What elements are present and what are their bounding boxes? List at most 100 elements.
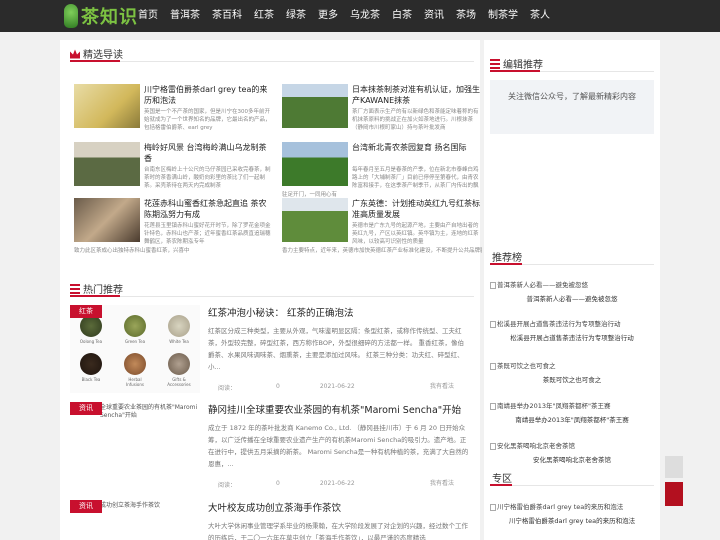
article-thumbnail[interactable] [74, 198, 140, 242]
list-icon [70, 283, 80, 294]
image-alt-text[interactable]: 南靖县举办2013年"凤翔茶都杯"茶王赛 [490, 402, 654, 411]
article-title[interactable]: 川宁格雷伯爵茶darl grey tea的来历和泡法 [144, 84, 274, 106]
article-thumbnail[interactable] [282, 142, 348, 186]
hot-article[interactable]: 成功创立茶海手作茶饮 资讯 大叶校友成功创立茶海手作茶饮 大叶大学休闲事业管理学… [70, 500, 470, 540]
editor-title: 编辑推荐 [503, 60, 543, 71]
article-title[interactable]: 台湾新北青农茶园复育 扬名国际 [352, 142, 482, 153]
list-icon [490, 58, 500, 69]
article-title[interactable]: 广东英德：计划推动英红九号红茶标准高质量发展 [352, 198, 482, 220]
article-excerpt: 台南东区梅岭上十公尺的马仔茶园已采收完春茶，制茶时的茶香满山岭，酸奶向彩里的茶比… [144, 167, 271, 189]
tea-type-label: White Tea [169, 339, 189, 344]
image-alt-text[interactable]: 安化黑茶喝响北京老舍茶馆 [490, 442, 654, 451]
nav-green-tea[interactable]: 绿茶 [280, 0, 312, 32]
reads-count: 0 [276, 480, 280, 487]
broken-image-icon [490, 321, 496, 328]
site-logo[interactable]: 茶知识 [64, 3, 138, 29]
image-alt-text[interactable]: 川宁格雷伯爵茶darl grey tea的来历和泡法 [490, 503, 654, 512]
rank-caption[interactable]: 南靖县举办2013年"凤翔茶都杯"茶王赛 [490, 414, 654, 424]
tea-leaf-icon [124, 353, 146, 375]
featured-card[interactable]: 川宁格雷伯爵茶darl grey tea的来历和泡法 英国是一个不产茶的国家，但… [74, 84, 274, 141]
hot-article[interactable]: Oolong Tea Green Tea White Tea Black Tea… [70, 305, 470, 395]
zone-item[interactable]: 川宁格雷伯爵茶darl grey tea的来历和泡法 川宁格雷伯爵茶darl g… [490, 503, 654, 525]
rank-item[interactable]: 茶既可饮之也可食之 茶既可饮之也可食之 [490, 362, 654, 384]
nav-oolong[interactable]: 乌龙茶 [344, 0, 386, 32]
wechat-follow-box: 关注微信公众号，了解最新精彩内容 [490, 80, 654, 134]
article-thumbnail[interactable] [282, 198, 348, 242]
article-title[interactable]: 花莲赤科山蜜香红茶急起直追 茶农陈期泓努力有成 [144, 198, 274, 220]
image-alt-text: 全球重要农业茶园的有机茶"Maromi Sencha"开始 [100, 404, 198, 419]
nav-tea-making[interactable]: 制茶学 [482, 0, 524, 32]
tea-type-label: Gifts & Accessories [167, 377, 191, 387]
nav-tea-farm[interactable]: 茶场 [450, 0, 482, 32]
article-excerpt: 每年春月至五月是春茶的产季，位在新北市泰峰白鸡路上的「大埔制茶厂」目前已停停至第… [352, 167, 479, 189]
tea-leaf-icon [168, 353, 190, 375]
featured-title: 精选导读 [83, 50, 123, 61]
article-excerpt: 大叶大学休闲事业管理学系毕业的杨秉翰，在大学阶段发展了对企划的兴趣，经过数个工作… [208, 522, 468, 540]
zone-heading: 专区 [492, 470, 512, 485]
rank-caption[interactable]: 普洱茶新人必看——避免被忽悠 [490, 293, 654, 303]
article-excerpt: 茶厂方面表示生产的有以新绿色和茶能定味着称的有机抹茶原料的挑战正在加火如茶地进行… [352, 109, 479, 131]
featured-card[interactable]: 日本抹茶制茶对准有机认证，加强生产KAWANE抹茶 茶厂方面表示生产的有以新绿色… [282, 84, 482, 141]
category-tag[interactable]: 资讯 [70, 500, 102, 513]
article-thumbnail[interactable] [74, 84, 140, 128]
nav-more[interactable]: 更多 [312, 0, 344, 32]
nav-home[interactable]: 首页 [132, 0, 164, 32]
rank-caption[interactable]: 安化黑茶喝响北京老舍茶馆 [490, 454, 654, 464]
comment-link[interactable]: 我有看法 [430, 478, 454, 487]
featured-card[interactable]: 台湾新北青农茶园复育 扬名国际 每年春月至五月是春茶的产季，位在新北市泰峰白鸡路… [282, 142, 482, 199]
image-alt-text[interactable]: 松溪县开展占道售茶违法行为专项整治行动 [490, 320, 654, 329]
hot-heading: 热门推荐 [70, 281, 123, 296]
category-tag[interactable]: 资讯 [70, 402, 102, 415]
comment-link[interactable]: 我有看法 [430, 381, 454, 390]
divider [70, 61, 474, 62]
publish-date: 2021-06-22 [319, 480, 355, 487]
article-excerpt: 英德市是广东九号的起源产地，主要由产自地出者的英红九号，产区以英红镇。英华镇为主… [352, 223, 479, 245]
nav-encyclopedia[interactable]: 茶百科 [206, 0, 248, 32]
image-alt-text[interactable]: 茶既可饮之也可食之 [490, 362, 654, 371]
rank-item[interactable]: 普洱茶新人必看——避免被忽悠 普洱茶新人必看——避免被忽悠 [490, 281, 654, 303]
rank-item[interactable]: 安化黑茶喝响北京老舍茶馆 安化黑茶喝响北京老舍茶馆 [490, 442, 654, 464]
tea-type-label: Oolong Tea [79, 339, 103, 344]
scroll-up-button[interactable] [665, 456, 683, 478]
hot-article[interactable]: 全球重要农业茶园的有机茶"Maromi Sencha"开始 资讯 静冈挂川全球重… [70, 402, 470, 492]
divider [490, 485, 654, 486]
article-thumbnail[interactable] [74, 142, 140, 186]
article-meta: 阅读： 0 2021-06-22 [218, 383, 355, 392]
nav-news[interactable]: 资讯 [418, 0, 450, 32]
logo-text: 茶知识 [81, 7, 138, 28]
category-tag[interactable]: 红茶 [70, 305, 102, 318]
featured-card[interactable]: 广东英德：计划推动英红九号红茶标准高质量发展 英德市是广东九号的起源产地，主要由… [282, 198, 482, 255]
broken-image-icon [490, 504, 496, 511]
zone-caption[interactable]: 川宁格雷伯爵茶darl grey tea的来历和泡法 [490, 515, 654, 525]
nav-puer[interactable]: 普洱茶 [164, 0, 206, 32]
featured-card[interactable]: 梅岭好风景 台湾梅岭满山乌龙制茶香 台南东区梅岭上十公尺的马仔茶园已采收完春茶，… [74, 142, 274, 199]
follow-text: 关注微信公众号，了解最新精彩内容 [508, 92, 636, 101]
reads-label: 阅读： [218, 385, 237, 392]
back-to-top-button[interactable] [665, 482, 683, 506]
article-title[interactable]: 大叶校友成功创立茶海手作茶饮 [208, 500, 341, 514]
rank-caption[interactable]: 茶既可饮之也可食之 [490, 374, 654, 384]
rank-caption[interactable]: 松溪县开展占道售茶违法行为专项整治行动 [490, 332, 654, 342]
rank-item[interactable]: 南靖县举办2013年"凤翔茶都杯"茶王赛 南靖县举办2013年"凤翔茶都杯"茶王… [490, 402, 654, 424]
article-thumbnail[interactable] [282, 84, 348, 128]
article-title[interactable]: 梅岭好风景 台湾梅岭满山乌龙制茶香 [144, 142, 274, 164]
featured-card[interactable]: 花莲赤科山蜜香红茶急起直追 茶农陈期泓努力有成 花莲县玉里镇赤科山蜜好花开时节，… [74, 198, 274, 255]
nav-white-tea[interactable]: 白茶 [386, 0, 418, 32]
article-title[interactable]: 红茶冲泡小秘诀： 红茶的正确泡法 [208, 305, 354, 319]
rank-item[interactable]: 松溪县开展占道售茶违法行为专项整治行动 松溪县开展占道售茶违法行为专项整治行动 [490, 320, 654, 342]
crown-icon [70, 49, 80, 59]
broken-image-icon [490, 403, 496, 410]
article-excerpt: 英国是一个不产茶的国家，但是川宁在300多年前开始就成为了一个世界知名的品牌，它… [144, 109, 271, 131]
nav-black-tea[interactable]: 红茶 [248, 0, 280, 32]
article-image[interactable]: 成功创立茶海手作茶饮 资讯 [70, 500, 200, 540]
nav-tea-people[interactable]: 茶人 [524, 0, 556, 32]
tea-leaf-icon [64, 4, 78, 28]
rank-title: 推荐榜 [492, 253, 522, 264]
image-alt-text: 成功创立茶海手作茶饮 [100, 502, 161, 509]
image-alt-text[interactable]: 普洱茶新人必看——避免被忽悠 [490, 281, 654, 290]
article-title[interactable]: 日本抹茶制茶对准有机认证，加强生产KAWANE抹茶 [352, 84, 482, 106]
article-title[interactable]: 静冈挂川全球重要农业茶园的有机茶"Maromi Sencha"开始 [208, 402, 461, 416]
article-image[interactable]: 全球重要农业茶园的有机茶"Maromi Sencha"开始 资讯 [70, 402, 200, 490]
article-image[interactable]: Oolong Tea Green Tea White Tea Black Tea… [70, 305, 200, 393]
tea-leaf-icon [80, 353, 102, 375]
